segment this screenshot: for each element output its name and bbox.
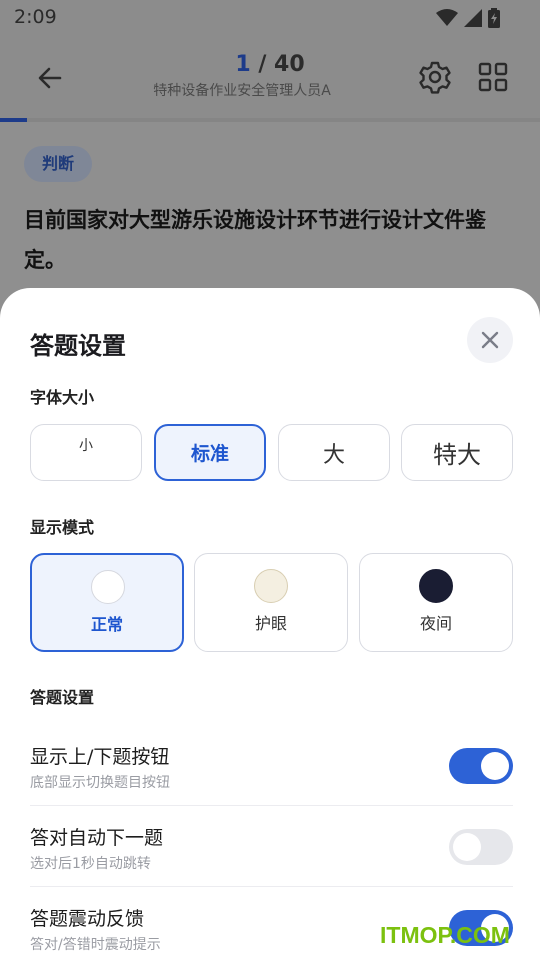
close-button[interactable] [467,317,513,363]
mode-label: 正常 [90,615,123,634]
battery-icon [488,8,500,28]
font-option-label: 小 [79,438,93,454]
setting-row-auto-next: 答对自动下一题 选对后1秒自动跳转 [30,823,513,903]
setting-desc: 选对后1秒自动跳转 [30,856,151,872]
answer-settings-label: 答题设置 [30,688,95,707]
question-type-badge: 判断 [24,146,92,182]
counter-separator: / [250,52,275,77]
setting-title: 显示上/下题按钮 [30,746,170,768]
subject-title: 特种设备作业安全管理人员A [153,83,331,99]
app-bar: 1 / 40 特种设备作业安全管理人员A [0,36,540,120]
font-option-label: 大 [322,442,345,468]
toggle-nav-buttons[interactable] [449,748,513,784]
mode-option-night[interactable]: 夜间 [359,553,513,652]
setting-title: 答题震动反馈 [30,908,145,930]
toggle-knob [481,752,509,780]
setting-desc: 答对/答错时震动提示 [30,937,161,953]
sheet-title: 答题设置 [30,332,126,360]
settings-sheet: 答题设置 字体大小 小 标准 大 特大 显示模式 正常 护眼 夜间 答题设置 显… [0,288,540,960]
font-option-small[interactable]: 小 [30,424,142,481]
question-counter: 1 / 40 [0,52,540,77]
mode-swatch [254,569,288,603]
font-option-large[interactable]: 大 [278,424,390,481]
mode-label: 夜间 [419,614,452,633]
grid-icon[interactable] [478,62,508,92]
close-icon [481,331,499,349]
font-option-standard[interactable]: 标准 [154,424,266,481]
setting-desc: 底部显示切换题目按钮 [30,775,170,791]
mode-option-normal[interactable]: 正常 [30,553,184,652]
mode-option-eye-care[interactable]: 护眼 [194,553,348,652]
watermark: ITMOP.COM [380,922,510,948]
status-time: 2:09 [14,6,57,28]
toggle-knob [453,833,481,861]
total-count: 40 [274,52,305,77]
toggle-auto-next[interactable] [449,829,513,865]
font-option-label: 特大 [433,441,481,469]
divider [30,805,513,806]
font-option-xlarge[interactable]: 特大 [401,424,513,481]
status-icons [436,8,500,28]
mode-label: 护眼 [254,614,287,633]
divider [30,886,513,887]
font-size-label: 字体大小 [30,388,95,407]
signal-icon [464,9,482,27]
mode-swatch [419,569,453,603]
display-mode-label: 显示模式 [30,518,95,537]
mode-swatch [91,570,125,604]
status-bar: 2:09 [0,0,540,36]
gear-icon[interactable] [418,60,452,94]
setting-title: 答对自动下一题 [30,827,164,849]
wifi-icon [436,9,458,26]
setting-row-nav-buttons: 显示上/下题按钮 底部显示切换题目按钮 [30,742,513,822]
question-text: 目前国家对大型游乐设施设计环节进行设计文件鉴定。 [24,208,486,272]
current-index: 1 [235,52,251,77]
font-option-label: 标准 [190,443,229,465]
